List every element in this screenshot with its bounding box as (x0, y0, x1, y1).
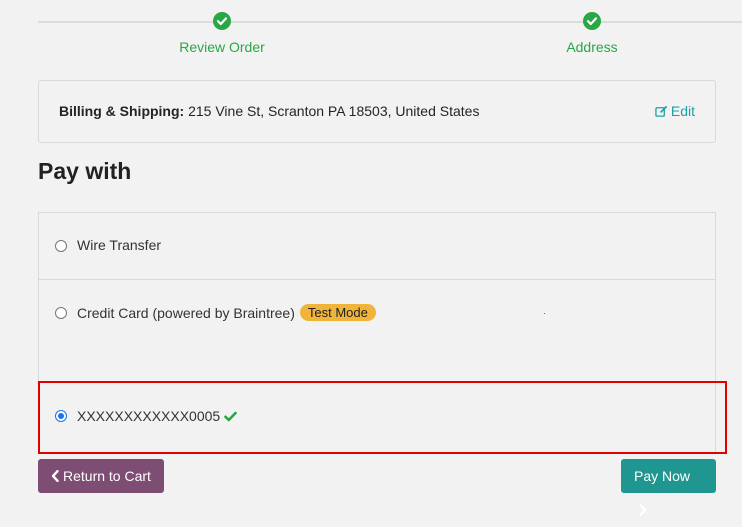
address-value: 215 Vine St, Scranton PA 18503, United S… (188, 103, 480, 119)
wire-transfer-label: Wire Transfer (77, 237, 162, 253)
chevron-left-icon (51, 468, 63, 484)
test-mode-badge: Test Mode (299, 304, 376, 321)
address-label: Billing & Shipping: (59, 103, 185, 119)
decorative-dot (544, 313, 545, 314)
pay-now-label: Pay Now (634, 468, 691, 484)
pay-with-heading: Pay with (38, 158, 132, 184)
check-circle-icon (583, 12, 601, 30)
check-circle-icon (213, 12, 231, 30)
chevron-right-icon (634, 502, 647, 518)
credit-card-option: Credit Card (powered by Braintree) Test M… (77, 304, 376, 321)
edit-address-link[interactable]: Edit (655, 103, 695, 119)
edit-label: Edit (670, 103, 695, 119)
wire-transfer-radio[interactable] (55, 240, 67, 252)
return-to-cart-label: Return to Cart (63, 468, 151, 484)
payment-option-wire-transfer[interactable]: Wire Transfer (39, 213, 715, 280)
step-review-order: Review Order (142, 12, 302, 55)
address-card: Billing & Shipping: 215 Vine St, Scranto… (38, 80, 716, 143)
checkout-progress: Review Order Address (38, 0, 742, 62)
step-address: Address (512, 12, 672, 55)
credit-card-label: Credit Card (powered by Braintree) (77, 305, 295, 321)
credit-card-radio[interactable] (55, 307, 67, 319)
payment-option-credit-card[interactable]: Credit Card (powered by Braintree) Test M… (39, 280, 715, 380)
pay-now-button[interactable]: Pay Now (621, 459, 716, 516)
selected-option-highlight (38, 381, 727, 454)
edit-icon (655, 103, 671, 119)
return-to-cart-button[interactable]: Return to Cart (38, 459, 164, 493)
step-label-address: Address (566, 39, 618, 55)
address-summary: Billing & Shipping: 215 Vine St, Scranto… (59, 103, 479, 119)
step-label-review-order: Review Order (179, 39, 265, 55)
